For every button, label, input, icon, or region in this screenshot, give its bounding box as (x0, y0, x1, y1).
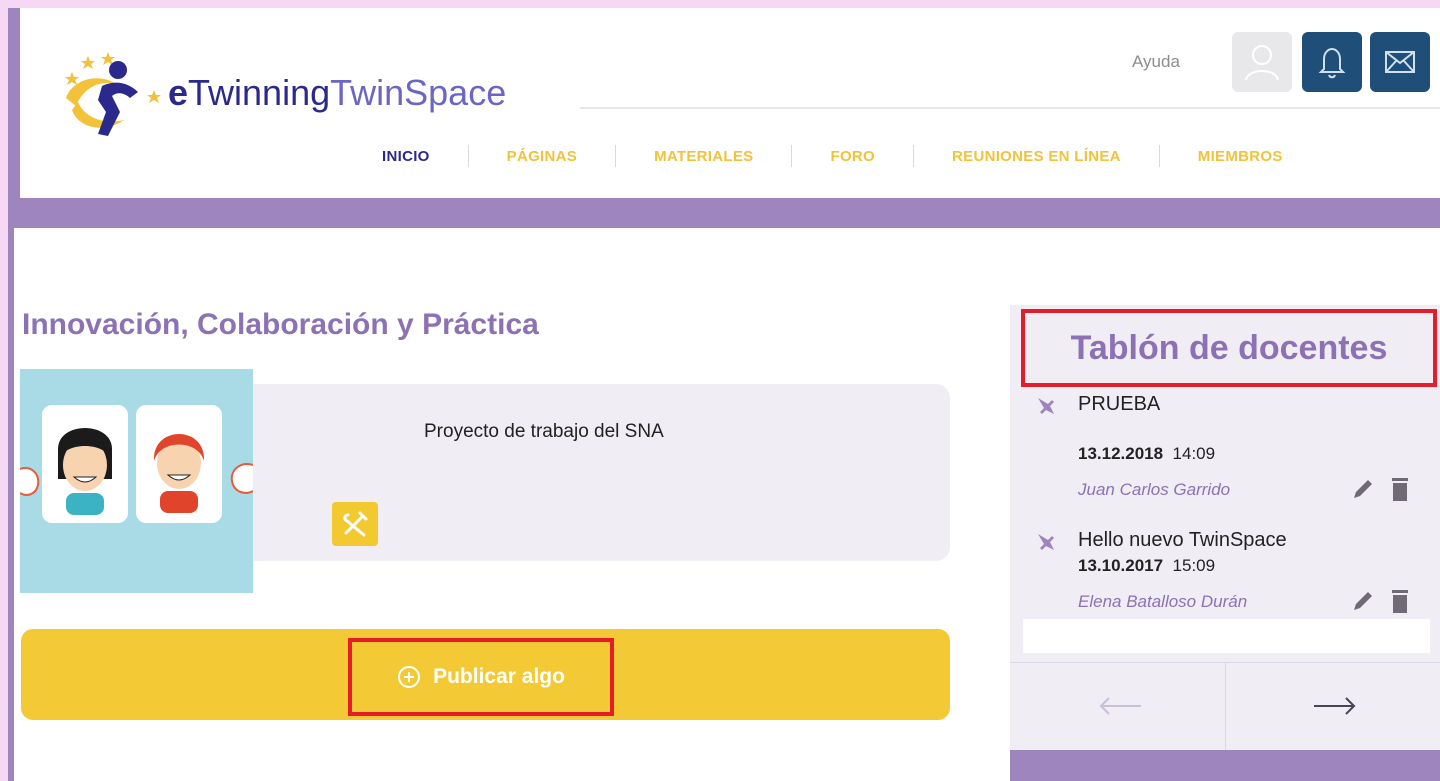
main-nav: INICIO PÁGINAS MATERIALES FORO REUNIONES… (382, 144, 1283, 168)
post-date: 13.10.2017 15:09 (1078, 556, 1215, 576)
post-actions (1350, 476, 1410, 502)
pin-icon (1038, 398, 1054, 414)
post-date-value: 13.12.2018 (1078, 444, 1164, 463)
nav-item-paginas[interactable]: PÁGINAS (507, 148, 577, 165)
post-date: 13.12.2018 14:09 (1078, 444, 1215, 464)
plus-circle-icon (398, 666, 421, 688)
board-next-button[interactable] (1310, 686, 1360, 726)
project-image (20, 369, 253, 593)
publish-button[interactable]: Publicar algo (348, 638, 614, 716)
pin-icon (1038, 534, 1054, 550)
trash-icon[interactable] (1390, 588, 1410, 614)
messages-button[interactable] (1370, 32, 1430, 92)
profile-button[interactable] (1232, 32, 1292, 92)
nav-item-inicio[interactable]: INICIO (382, 148, 430, 165)
arrow-right-icon (1314, 697, 1356, 715)
board-footer (1010, 750, 1440, 781)
notifications-button[interactable] (1302, 32, 1362, 92)
page-title: Innovación, Colaboración y Práctica (22, 308, 539, 341)
nav-separator (615, 145, 617, 167)
logo-e: e (168, 72, 189, 113)
project-description: Proyecto de trabajo del SNA (424, 421, 664, 442)
edit-icon[interactable] (1350, 588, 1376, 614)
header-divider (580, 107, 1440, 109)
logo-twinspace: TwinSpace (330, 72, 507, 113)
post-time: 14:09 (1172, 444, 1216, 463)
nav-item-reuniones[interactable]: REUNIONES EN LÍNEA (952, 148, 1121, 165)
board-spacer (1023, 619, 1430, 653)
nav-separator (1158, 145, 1160, 167)
post-author[interactable]: Juan Carlos Garrido (1078, 480, 1230, 500)
publish-label: Publicar algo (433, 665, 565, 688)
bell-icon (1318, 47, 1346, 79)
post-actions (1350, 588, 1410, 614)
post-author[interactable]: Elena Batalloso Durán (1078, 592, 1247, 612)
user-icon (1245, 45, 1279, 81)
nav-separator (467, 145, 469, 167)
nav-item-miembros[interactable]: MIEMBROS (1198, 148, 1283, 165)
nav-separator (791, 145, 793, 167)
logo-wordmark[interactable]: eTwinningTwinSpace (168, 72, 506, 114)
nav-item-foro[interactable]: FORO (830, 148, 875, 165)
edit-icon[interactable] (1350, 476, 1376, 502)
project-illustration (20, 369, 253, 593)
nav-separator (913, 145, 915, 167)
nav-item-materiales[interactable]: MATERIALES (654, 148, 753, 165)
post-time: 15:09 (1172, 556, 1216, 575)
board-prev-button[interactable] (1095, 686, 1145, 726)
project-tools-button[interactable] (332, 502, 378, 546)
tools-icon (343, 511, 368, 537)
board-title-highlight: Tablón de docentes (1021, 309, 1437, 387)
logo-twinning: Twinning (188, 72, 331, 113)
post-title[interactable]: PRUEBA (1078, 393, 1160, 416)
trash-icon[interactable] (1390, 476, 1410, 502)
header-band (14, 198, 1440, 228)
board-title: Tablón de docentes (1070, 328, 1388, 367)
logo-figure-icon (65, 52, 161, 136)
post-date-value: 13.10.2017 (1078, 556, 1164, 575)
board-nav-divider (1225, 662, 1226, 750)
mail-icon (1385, 51, 1415, 73)
help-link[interactable]: Ayuda (1132, 52, 1180, 72)
post-title[interactable]: Hello nuevo TwinSpace (1078, 529, 1287, 552)
etwinning-logo[interactable] (58, 50, 168, 140)
arrow-left-icon (1099, 697, 1141, 715)
